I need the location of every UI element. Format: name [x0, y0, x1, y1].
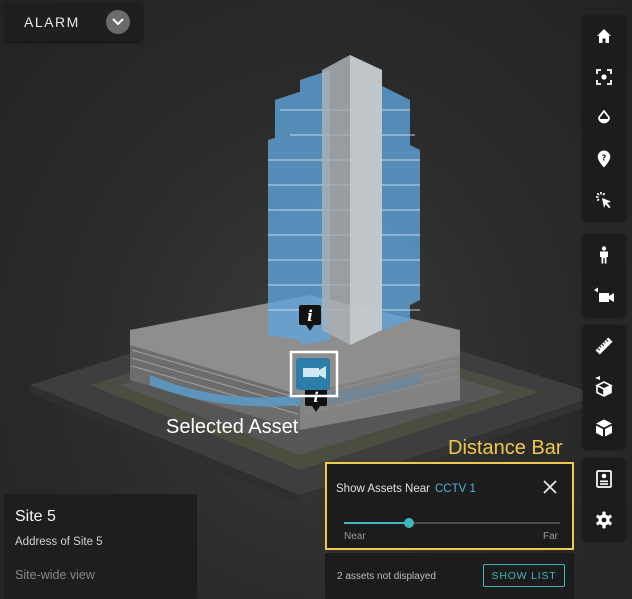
panel-icon[interactable]	[583, 458, 625, 499]
show-list-button[interactable]: SHOW LIST	[483, 564, 565, 587]
help-pin-icon[interactable]: ?	[583, 138, 625, 179]
site-info-panel: Site 5 Address of Site 5 Site-wide view	[4, 494, 197, 599]
site-title: Site 5	[15, 508, 56, 525]
focus-icon[interactable]	[583, 56, 625, 97]
svg-text:?: ?	[602, 153, 607, 162]
distance-slider-fill	[344, 522, 409, 524]
ruler-icon[interactable]	[583, 325, 625, 366]
distance-slider[interactable]	[344, 518, 560, 528]
person-icon[interactable]	[583, 234, 625, 275]
distance-header: Show Assets Near CCTV 1	[336, 483, 476, 495]
drop-icon[interactable]	[583, 97, 625, 138]
toolbar-settings	[583, 458, 625, 540]
selected-asset-annotation: Selected Asset	[166, 416, 299, 438]
toolbar-tools	[583, 325, 625, 448]
assets-not-displayed-text: 2 assets not displayed	[337, 571, 436, 582]
home-icon[interactable]	[583, 15, 625, 56]
toolbar-view-modes	[583, 234, 625, 316]
distance-bar-panel: Show Assets Near CCTV 1 Near Far	[325, 462, 574, 550]
cube-icon[interactable]	[583, 407, 625, 448]
svg-text:i: i	[307, 307, 313, 325]
near-label: Near	[344, 531, 366, 542]
distance-prefix: Show Assets Near	[336, 483, 430, 495]
close-icon[interactable]	[542, 479, 558, 495]
box-section-icon[interactable]	[583, 366, 625, 407]
site-wide-view-link[interactable]: Site-wide view	[15, 568, 95, 582]
svg-text:i: i	[313, 390, 318, 406]
site-address: Address of Site 5	[15, 536, 103, 548]
toolbar-navigation: ?	[583, 15, 625, 220]
alarm-label: ALARM	[24, 14, 80, 30]
distance-asset-name[interactable]: CCTV 1	[435, 483, 476, 495]
select-cursor-icon[interactable]	[583, 179, 625, 220]
alarm-selector[interactable]: ALARM	[6, 3, 142, 41]
camera-icon[interactable]	[583, 275, 625, 316]
distance-slider-thumb[interactable]	[403, 518, 414, 528]
far-label: Far	[543, 531, 558, 542]
gear-icon[interactable]	[583, 499, 625, 540]
chevron-down-icon[interactable]	[106, 10, 130, 34]
distance-bar-annotation: Distance Bar	[448, 437, 563, 459]
assets-footer: 2 assets not displayed SHOW LIST	[325, 553, 574, 599]
